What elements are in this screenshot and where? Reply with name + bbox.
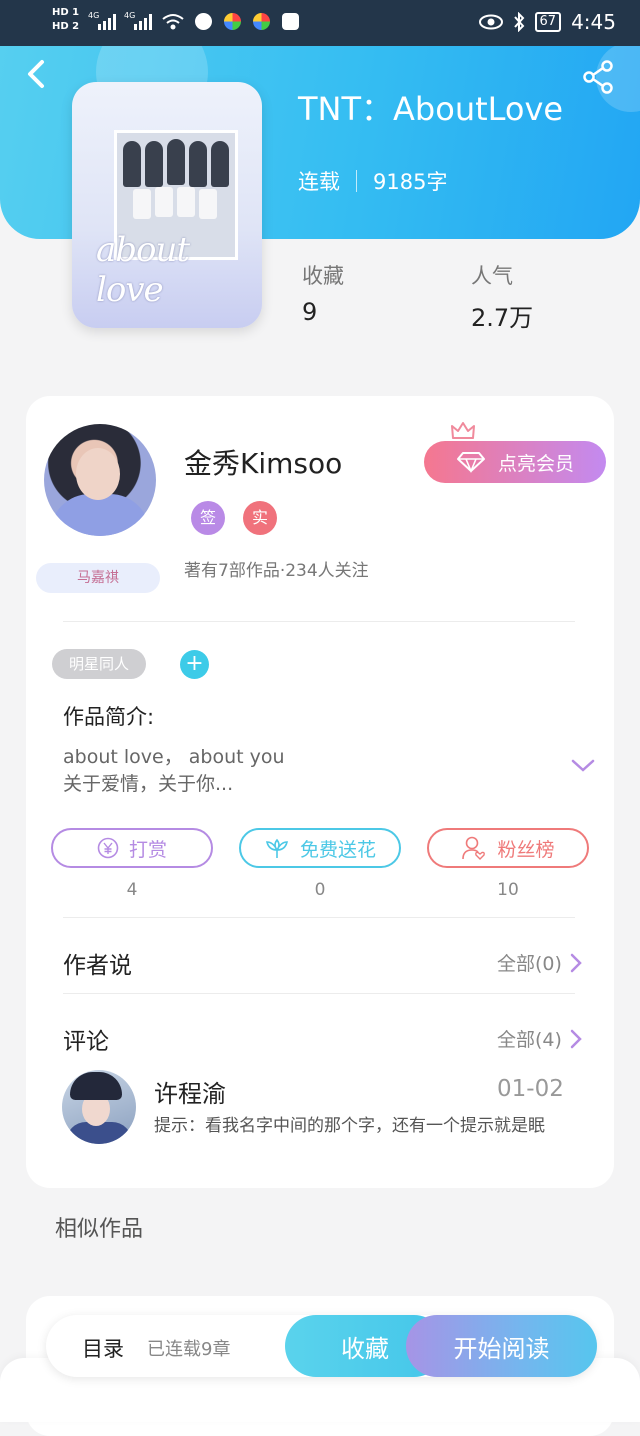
book-title: TNT：AboutLove bbox=[298, 90, 564, 128]
author-works-info: 著有7部作品·234人关注 bbox=[184, 561, 369, 581]
app-icon bbox=[253, 13, 271, 30]
divider bbox=[63, 993, 575, 994]
bluetooth-icon bbox=[513, 12, 524, 32]
clock: 4:45 bbox=[571, 10, 616, 34]
net-label-1: 4G bbox=[88, 11, 99, 20]
diamond-icon bbox=[456, 452, 485, 473]
verified-badge: 实 bbox=[243, 501, 277, 535]
signed-badge: 签 bbox=[191, 501, 225, 535]
sim2-label: HD 2 bbox=[52, 21, 80, 32]
author-name[interactable]: 金秀Kimsoo bbox=[184, 442, 342, 482]
author-nametag: 马嘉祺 bbox=[36, 563, 160, 593]
favorites-label: 收藏 bbox=[302, 264, 344, 288]
crown-icon bbox=[451, 422, 475, 439]
send-flower-button[interactable]: 免费送花 bbox=[239, 828, 401, 868]
favorites-value: 9 bbox=[302, 298, 318, 326]
sim-labels: HD 1 HD 2 bbox=[52, 6, 79, 34]
book-cover[interactable]: about love bbox=[72, 82, 262, 328]
category-tag[interactable]: 明星同人 bbox=[52, 649, 146, 679]
intro-text: about love， about you 关于爱情，关于你... bbox=[63, 744, 285, 798]
author-says-label: 作者说 bbox=[63, 953, 132, 979]
comments-all-link[interactable]: 全部(4) bbox=[497, 1025, 582, 1052]
commenter-name[interactable]: 许程渝 bbox=[154, 1074, 226, 1109]
chevron-right-icon bbox=[570, 953, 582, 972]
divider bbox=[63, 621, 575, 622]
wifi-icon bbox=[162, 14, 184, 30]
book-status-row: 连载 9185字 bbox=[298, 166, 447, 196]
serial-status: 连载 bbox=[298, 170, 340, 194]
status-right: 67 4:45 bbox=[478, 10, 616, 34]
eye-icon bbox=[478, 14, 503, 30]
author-avatar[interactable] bbox=[44, 424, 156, 536]
reward-count: 4 bbox=[126, 880, 138, 900]
intro-line: 关于爱情，关于你... bbox=[63, 773, 234, 795]
author-says-all-label: 全部(0) bbox=[497, 953, 562, 975]
author-says-all-link[interactable]: 全部(0) bbox=[497, 949, 582, 976]
signal-icon: 4G 4G bbox=[88, 11, 152, 30]
comment-text[interactable]: 提示：看我名字中间的那个字，还有一个提示就是眠 bbox=[154, 1113, 574, 1139]
sim1-label: HD 1 bbox=[52, 7, 80, 18]
reward-button[interactable]: 打赏 bbox=[51, 828, 213, 868]
yen-coin-icon bbox=[97, 837, 119, 859]
intro-line: about love， about you bbox=[63, 746, 285, 768]
intro-label: 作品简介: bbox=[63, 705, 155, 729]
expand-chevron-down-icon[interactable] bbox=[570, 758, 596, 774]
chapter-count[interactable]: 已连载9章 bbox=[147, 1335, 230, 1361]
toc-button[interactable]: 目录 bbox=[82, 1333, 124, 1363]
huawei-app-icon bbox=[282, 13, 300, 30]
favorite-button-label: 收藏 bbox=[341, 1334, 389, 1363]
flower-count: 0 bbox=[314, 880, 326, 900]
status-bar: HD 1 HD 2 4G 4G 67 4:45 bbox=[0, 0, 640, 46]
back-button[interactable] bbox=[24, 58, 46, 96]
share-icon[interactable] bbox=[582, 60, 614, 94]
fan-user-icon bbox=[462, 836, 486, 860]
reward-label: 打赏 bbox=[128, 838, 167, 861]
popularity-label: 人气 bbox=[471, 264, 513, 288]
word-count: 9185字 bbox=[373, 170, 448, 194]
notification-icons bbox=[162, 13, 306, 34]
app-icon bbox=[224, 13, 242, 30]
comments-label: 评论 bbox=[63, 1029, 109, 1055]
comment-date: 01-02 bbox=[497, 1076, 564, 1102]
start-reading-label: 开始阅读 bbox=[453, 1334, 550, 1363]
popularity-value: 2.7万 bbox=[471, 304, 534, 332]
cover-title: about love bbox=[96, 230, 190, 310]
flower-icon bbox=[265, 838, 289, 858]
divider bbox=[63, 917, 575, 918]
fan-ranking-label: 粉丝榜 bbox=[497, 838, 555, 861]
chevron-right-icon bbox=[570, 1029, 582, 1048]
battery-icon: 67 bbox=[534, 12, 562, 32]
send-flower-label: 免费送花 bbox=[299, 838, 376, 861]
comments-all-label: 全部(4) bbox=[497, 1029, 562, 1051]
add-tag-button[interactable]: + bbox=[180, 650, 209, 679]
divider bbox=[356, 170, 357, 192]
zhihu-app-icon bbox=[195, 13, 213, 30]
similar-works-label: 相似作品 bbox=[55, 1217, 144, 1242]
start-reading-button[interactable]: 开始阅读 bbox=[406, 1315, 597, 1377]
vip-button-label: 点亮会员 bbox=[497, 452, 574, 475]
fan-count: 10 bbox=[497, 880, 519, 900]
back-arrow-icon bbox=[28, 60, 44, 88]
commenter-avatar[interactable] bbox=[62, 1070, 136, 1144]
fan-ranking-button[interactable]: 粉丝榜 bbox=[427, 828, 589, 868]
vip-button[interactable]: 点亮会员 bbox=[424, 441, 606, 483]
net-label-2: 4G bbox=[124, 11, 135, 20]
